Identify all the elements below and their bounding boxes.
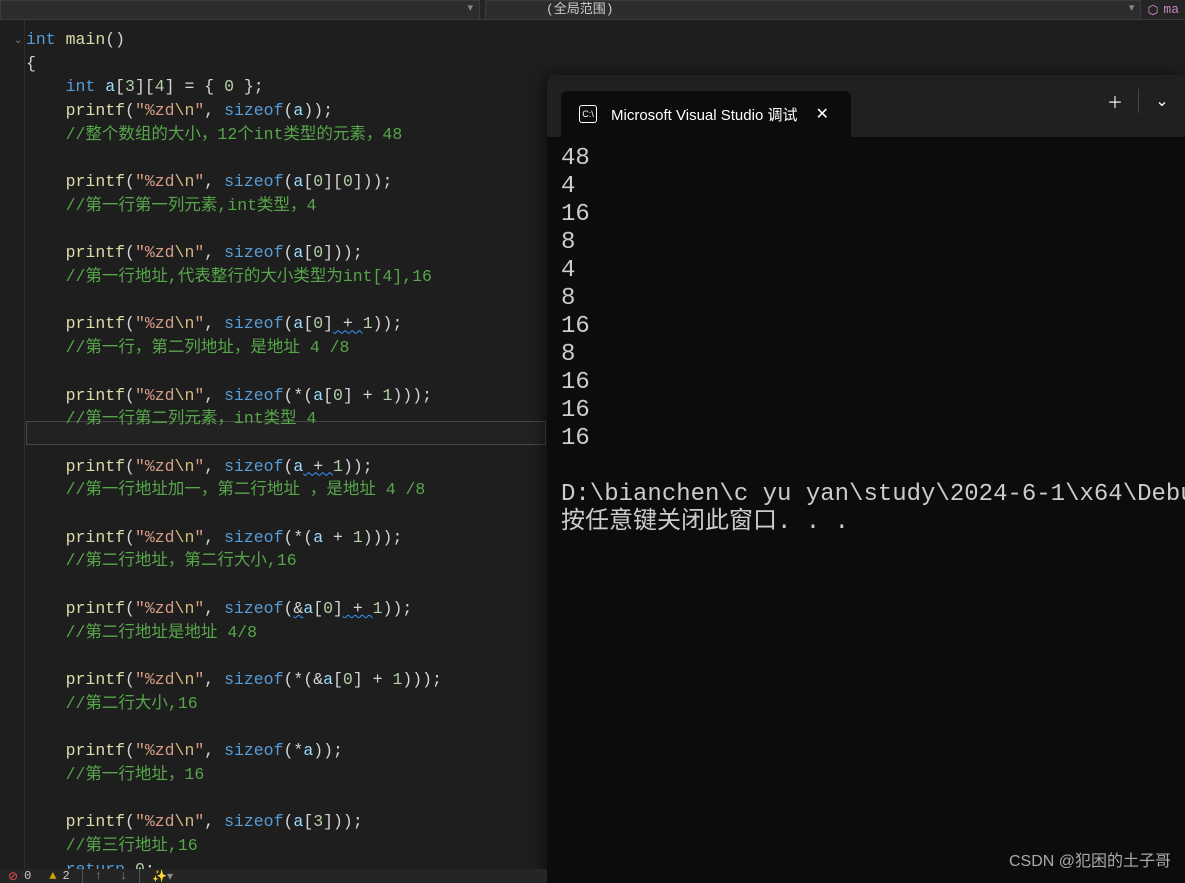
error-icon[interactable]: ⊘ [8,869,18,883]
arrow-up-icon[interactable]: ↑ [95,869,102,883]
error-count: 0 [24,869,31,883]
gutter: ⌄ [0,20,25,870]
code-content[interactable]: int main() { int a[3][4] = { 0 }; printf… [26,28,442,870]
separator [139,869,140,883]
breadcrumb-label: ma [1163,2,1179,17]
scope-dropdown-left[interactable] [0,0,480,20]
console-icon: C:\ [579,105,597,123]
scope-dropdown-right[interactable]: (全局范围) [485,0,1141,20]
warning-icon[interactable]: ▲ [49,869,56,883]
new-tab-button[interactable]: ＋ [1092,75,1138,127]
wand-icon[interactable]: ✨▾ [152,869,173,883]
watermark: CSDN @犯困的土子哥 [1009,847,1171,871]
separator [82,869,83,883]
top-bar: (全局范围) ma [0,0,1185,20]
arrow-down-icon[interactable]: ↓ [120,869,127,883]
breadcrumb-main[interactable]: ma [1141,0,1185,19]
console-controls: ＋ ⌄ [1092,75,1185,127]
cube-icon [1147,4,1159,16]
console-titlebar: C:\ Microsoft Visual Studio 调试 ✕ ＋ ⌄ [547,75,1185,137]
console-tab[interactable]: C:\ Microsoft Visual Studio 调试 ✕ [561,91,851,137]
console-window: C:\ Microsoft Visual Studio 调试 ✕ ＋ ⌄ 48 … [547,75,1185,883]
fold-marker-icon[interactable]: ⌄ [14,35,24,45]
dropdown-button[interactable]: ⌄ [1139,75,1185,127]
warning-count: 2 [62,869,69,883]
console-output: 48 4 16 8 4 8 16 8 16 16 16 D:\bianchen\… [547,137,1185,545]
code-editor[interactable]: ⌄ int main() { int a[3][4] = { 0 }; prin… [0,20,547,870]
console-tab-title: Microsoft Visual Studio 调试 [611,104,797,125]
close-icon[interactable]: ✕ [811,100,832,128]
status-bar: ⊘ 0 ▲ 2 ↑ ↓ ✨▾ [0,869,547,883]
